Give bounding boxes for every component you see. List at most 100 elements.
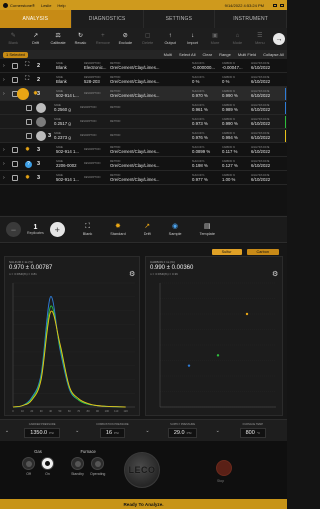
- stop-button[interactable]: [216, 460, 232, 476]
- next-arrow-button[interactable]: →: [273, 33, 285, 45]
- recalc-tool-button[interactable]: ↻ Recalc: [69, 28, 91, 50]
- row-checkbox[interactable]: [12, 147, 18, 153]
- row-checkbox[interactable]: [12, 161, 18, 167]
- menu-help[interactable]: Help: [57, 3, 65, 8]
- blank-tool-button[interactable]: ✎ Blank: [2, 28, 24, 50]
- tab-instrument[interactable]: INSTRUMENT: [215, 10, 287, 28]
- analyze-leco-button[interactable]: LECO: [124, 452, 160, 488]
- cell-name: NAME 502-914 L...: [56, 87, 84, 100]
- mode-tool-button[interactable]: ⌂ Mode: [226, 28, 248, 50]
- tab-analysis[interactable]: ANALYSIS: [0, 10, 72, 28]
- sample-add-button[interactable]: ◉ Sample: [169, 223, 182, 236]
- cell-value: 6/10/2022: [251, 162, 271, 168]
- cell-value: 0.994 %: [222, 134, 238, 140]
- cell-value: 0.977 %: [192, 176, 208, 182]
- select-link-clear[interactable]: Clear: [203, 52, 213, 57]
- menu-user[interactable]: Leslie: [41, 3, 51, 8]
- blank-icon: ⛶: [85, 223, 90, 230]
- selected-count-badge[interactable]: 1 Selected: [3, 51, 28, 58]
- replicates-decrement-button[interactable]: −: [6, 222, 21, 237]
- cell-value: 6/10/2022: [251, 64, 271, 70]
- table-row[interactable]: › ⛶ 2 NAME Blank DESCRIPTION 528-203 METHOD Ore/…: [0, 73, 287, 87]
- tab-diagnostics[interactable]: DIAGNOSTICS: [72, 10, 144, 28]
- row-checkbox[interactable]: [26, 133, 32, 139]
- cell-value: 6/10/2022: [251, 78, 271, 84]
- cell-value: 502-914 1...: [56, 176, 79, 182]
- cell-value: 6/10/2022: [251, 176, 271, 182]
- menu-tool-button[interactable]: ☰ Menu: [249, 28, 271, 50]
- maximize-icon[interactable]: [280, 3, 284, 7]
- minimize-icon[interactable]: [273, 3, 277, 7]
- expand-chevron-icon[interactable]: ›: [3, 63, 5, 69]
- table-row[interactable]: › ✸ 3 NAME 502-914 1... DESCRIPTION METHOD Ore/…: [0, 171, 287, 185]
- furnace-standby-toggle[interactable]: Standby: [71, 457, 84, 476]
- template-add-button[interactable]: ▤ Template: [200, 223, 215, 236]
- replicate-row[interactable]: NAME 0.2560 g DESCRIPTION METHOD SULFUR % 0.9…: [0, 101, 287, 115]
- carbon-chart-button[interactable]: Carbon: [246, 249, 279, 255]
- expand-chevron-icon[interactable]: ›: [3, 91, 5, 97]
- row-checkbox[interactable]: [12, 63, 18, 69]
- blank-square-icon: ⛶: [25, 62, 30, 68]
- gas-title: Gas: [34, 449, 42, 454]
- chevron-down-icon[interactable]: ⌄: [144, 428, 152, 434]
- cell-value: 0.989 %: [222, 106, 238, 112]
- gas-on-toggle[interactable]: On: [41, 457, 54, 476]
- select-link-collapse-all[interactable]: Collapse All: [263, 52, 284, 57]
- select-link-multi-field[interactable]: Multi Field: [238, 52, 256, 57]
- more-tool-button[interactable]: ▣ More: [204, 28, 226, 50]
- furnace-operating-toggle[interactable]: Operating: [90, 457, 105, 476]
- calibrate-tool-button[interactable]: ⚖ Calibrate: [47, 28, 69, 50]
- expand-chevron-icon[interactable]: ›: [3, 161, 5, 167]
- remove-tool-button[interactable]: + Remove: [92, 28, 114, 50]
- readout-title: SUPPLY PRESSURE: [170, 423, 196, 426]
- cell-name: NAME 0.2560 g: [54, 101, 78, 114]
- drift-tool-button[interactable]: ↗ Drift: [24, 28, 46, 50]
- select-link-multi[interactable]: Multi: [164, 52, 172, 57]
- replicate-row[interactable]: NAME 0.2517 g DESCRIPTION METHOD SULFUR % 0.9…: [0, 115, 287, 129]
- blank-add-button[interactable]: ⛶ Blank: [83, 223, 93, 236]
- select-link-range[interactable]: Range: [219, 52, 231, 57]
- row-checkbox[interactable]: [12, 77, 18, 83]
- tab-settings[interactable]: SETTINGS: [144, 10, 216, 28]
- sample-label: Sample: [168, 232, 182, 236]
- replicates-increment-button[interactable]: +: [49, 222, 65, 237]
- cell-value: Ore/Cement/Clay/Limes...: [110, 64, 160, 70]
- row-checkbox[interactable]: [26, 119, 32, 125]
- table-row[interactable]: › ✸ 3 NAME 502-914 L... DESCRIPTION METHOD Ore/…: [0, 87, 287, 101]
- x-tick-label: 50: [58, 409, 61, 413]
- cell-value: Ore/Cement/Clay/Limes...: [110, 148, 160, 154]
- gas-off-toggle[interactable]: Off: [22, 457, 35, 476]
- exclude-tool-button[interactable]: ⊘ Exclude: [114, 28, 136, 50]
- furnace-title: Furnace: [80, 449, 96, 454]
- readout-value: 1350.0 PSI: [24, 428, 60, 438]
- column-header-description: DESCRIPTION: [84, 148, 101, 151]
- app-logo-icon: [3, 2, 8, 8]
- cell-value: Blank: [56, 78, 67, 84]
- sulfur-chart-button[interactable]: Sulfur: [211, 249, 242, 255]
- expand-chevron-icon[interactable]: ›: [3, 147, 5, 153]
- delete-tool-button[interactable]: ▢ Delete: [137, 28, 159, 50]
- drift-add-button[interactable]: ↗ Drift: [144, 223, 151, 236]
- row-checkbox[interactable]: [12, 175, 18, 181]
- furnace-control: Furnace Standby Operating: [71, 449, 105, 476]
- replicate-row[interactable]: 3 NAME 0.2373 g DESCRIPTION METHOD SULFUR % 0.…: [0, 129, 287, 143]
- standard-add-button[interactable]: ✸ Standard: [110, 223, 125, 236]
- chevron-down-icon[interactable]: ⌄: [73, 428, 81, 434]
- menu-cornerstone[interactable]: Cornerstone®: [10, 3, 35, 8]
- output-tool-button[interactable]: ↑ Output: [159, 28, 181, 50]
- table-row[interactable]: ›? 3 NAME 2206-0002 DESCRIPTION METHOD Ore/Cem…: [0, 157, 287, 171]
- import-icon: ↓: [191, 33, 195, 39]
- import-tool-button[interactable]: ↓ Import: [181, 28, 203, 50]
- table-row[interactable]: › ✸ 3 NAME 502-914 1... DESCRIPTION METHOD Ore/…: [0, 143, 287, 157]
- row-checkbox[interactable]: [26, 105, 32, 111]
- table-row[interactable]: › ⛶ 2 NAME Blank DESCRIPTION Electronic... METH…: [0, 59, 287, 73]
- carbon-chart-panel: CARBON ± 1s (%) 0.990 ± 0.00360 n = 3 RS…: [145, 256, 283, 416]
- select-link-select-all[interactable]: Select All: [179, 52, 195, 57]
- cell-value: 6/10/2022: [251, 106, 271, 112]
- chevron-down-icon[interactable]: ⌄: [3, 428, 11, 434]
- expand-chevron-icon[interactable]: ›: [3, 175, 5, 181]
- readout-title: CARRIER PRESSURE: [28, 423, 56, 426]
- expand-chevron-icon[interactable]: ›: [3, 77, 5, 83]
- cell-name: NAME 502-914 1...: [56, 143, 84, 156]
- chevron-down-icon[interactable]: ⌄: [214, 428, 222, 434]
